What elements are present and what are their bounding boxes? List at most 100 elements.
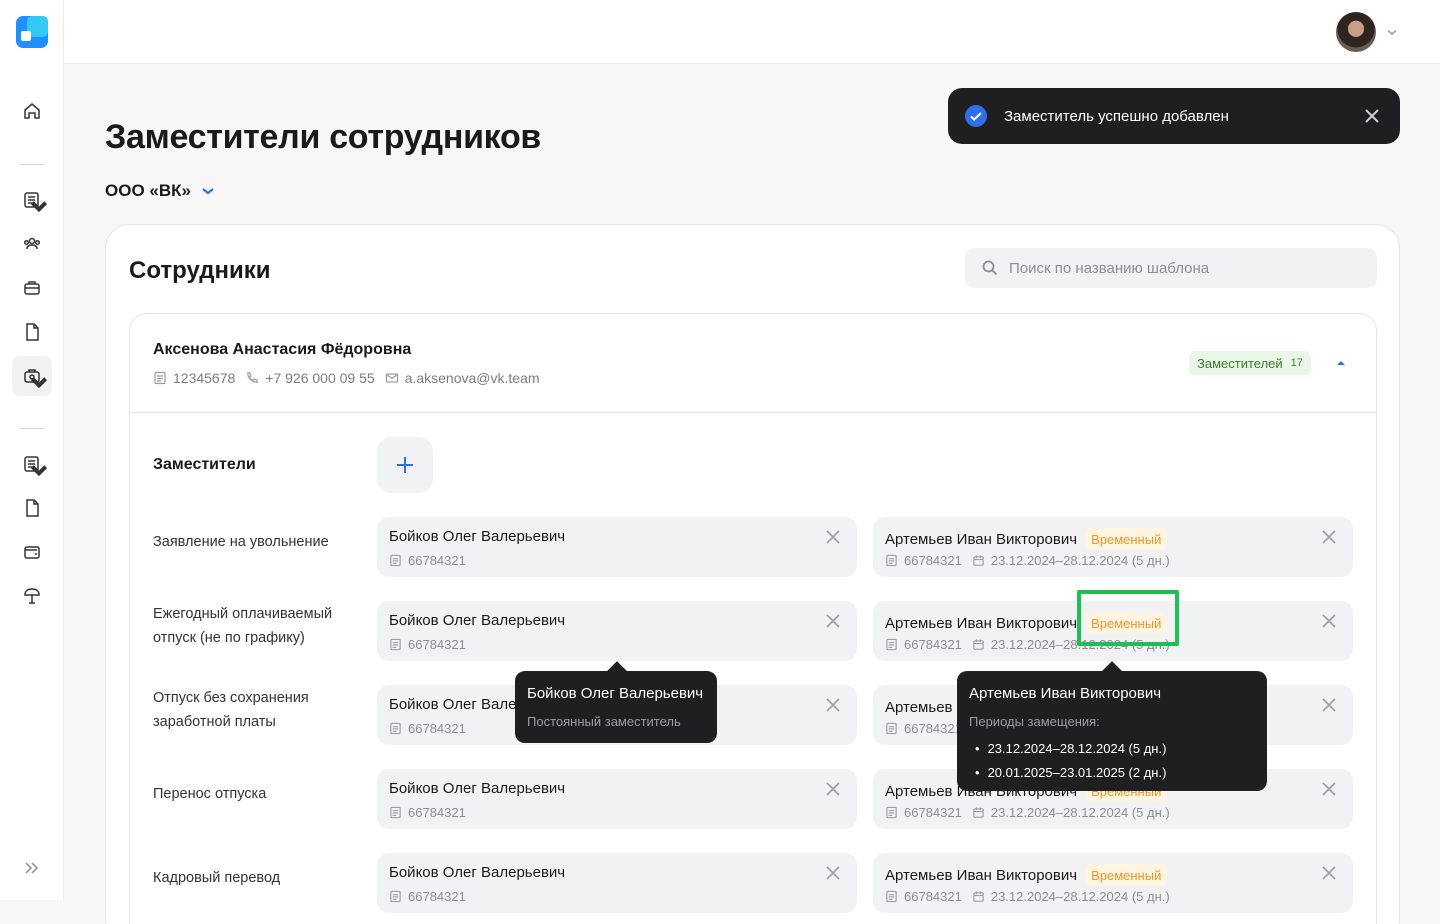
sidebar-item-wallet[interactable] [12, 532, 52, 572]
chevron-down-icon [202, 188, 214, 195]
badge-label: Заместителей [1197, 355, 1283, 371]
employee-header[interactable]: Аксенова Анастасия Фёдоровна 12345678 +7… [130, 314, 1376, 413]
id-card-icon [886, 722, 897, 735]
deputy-id: 66784321 [904, 637, 962, 652]
row-label: Кадровый перевод [153, 870, 281, 886]
close-icon[interactable] [1321, 529, 1337, 545]
close-icon[interactable] [825, 529, 841, 545]
tooltip-name: Бойков Олег Валерьевич [527, 685, 704, 702]
sidebar-item-files-2[interactable] [12, 488, 52, 528]
close-icon[interactable] [1321, 781, 1337, 797]
tooltip-temporary: Артемьев Иван Викторович Периоды замещен… [957, 671, 1267, 791]
id-card-icon [886, 638, 897, 651]
chevron-down-icon [30, 201, 48, 213]
card-title: Сотрудники [129, 257, 271, 284]
deputy-card-permanent[interactable]: Бойков Олег Валерьевич 66784321 [377, 853, 857, 913]
close-icon[interactable] [1321, 613, 1337, 629]
employee-id: 12345678 [173, 370, 236, 386]
row-label: Ежегодный оплачиваемый отпуск (не по гра… [153, 606, 333, 646]
success-toast: Заместитель успешно добавлен [948, 88, 1400, 144]
sidebar-item-users[interactable] [12, 224, 52, 264]
close-icon[interactable] [1321, 697, 1337, 713]
deputy-id: 66784321 [904, 553, 962, 568]
deputy-meta: 66784321 [389, 805, 476, 820]
deputy-card-permanent[interactable]: Бойков Олег Валерьевич 66784321 [377, 601, 857, 661]
close-icon[interactable] [825, 865, 841, 881]
deputy-name: Бойков Олег Валерьевич [389, 864, 565, 881]
row-label: Заявление на увольнение [153, 534, 329, 550]
deputy-id-wrap: 66784321 [389, 805, 466, 820]
org-name: ООО «ВК» [105, 181, 191, 200]
tooltip-permanent: Бойков Олег Валерьевич Постоянный замест… [515, 671, 717, 743]
close-icon[interactable] [1321, 865, 1337, 881]
expand-sidebar-icon[interactable] [22, 858, 42, 878]
mail-icon [385, 373, 398, 383]
id-card-icon [886, 554, 897, 567]
temporary-tag: Временный [1085, 528, 1168, 550]
close-icon[interactable] [825, 613, 841, 629]
deputy-id: 66784321 [408, 805, 466, 820]
deputy-period-wrap: 23.12.2024–28.12.2024 (5 дн.) [972, 889, 1170, 904]
close-icon[interactable] [1362, 106, 1382, 126]
close-icon[interactable] [825, 697, 841, 713]
highlight-box [1077, 590, 1179, 646]
sidebar-item-home[interactable] [12, 91, 52, 131]
avatar[interactable] [1336, 12, 1376, 52]
check-circle-icon [965, 105, 987, 127]
deputy-name-text: Артемьев Иван Викторович [885, 614, 1078, 632]
employee-email: a.aksenova@vk.team [404, 370, 540, 386]
sidebar-item-documents[interactable] [12, 180, 52, 220]
search-input[interactable]: Поиск по названию шаблона [965, 248, 1377, 288]
plus-icon [397, 457, 413, 473]
id-card-icon [886, 806, 897, 819]
deputy-id-wrap: 66784321 [885, 889, 962, 904]
deputy-name: Бойков Олег Валерьевич [389, 612, 565, 629]
app-logo[interactable] [16, 16, 48, 48]
id-card-icon [390, 806, 401, 819]
deputy-name: Бойков Олег Валерьевич [389, 780, 565, 797]
tooltip-periods-label: Периоды замещения: [969, 714, 1100, 729]
deputy-name-text: Бойков Олег Валерьевич [389, 528, 566, 545]
sidebar-item-cases[interactable] [12, 268, 52, 308]
deputy-id: 66784321 [408, 553, 466, 568]
deputy-period-wrap: 23.12.2024–28.12.2024 (5 дн.) [972, 805, 1170, 820]
add-deputy-button[interactable] [377, 437, 433, 493]
deputy-card-temporary[interactable]: Артемьев Иван Викторович Временный 6678432… [873, 517, 1353, 577]
sidebar-divider [20, 164, 44, 165]
tooltip-name: Артемьев Иван Викторович [969, 685, 1162, 702]
deputy-card-temporary[interactable]: Артемьев Иван Викторович Временный 6678432… [873, 853, 1353, 913]
tooltip-role: Постоянный заместитель [527, 714, 681, 729]
deputy-id: 66784321 [904, 889, 962, 904]
id-card-icon [154, 371, 166, 385]
home-icon [24, 103, 40, 119]
calendar-icon [973, 555, 984, 566]
org-selector[interactable]: ООО «ВК» [105, 181, 217, 201]
deputies-count-badge: Заместителей 17 [1189, 351, 1311, 375]
deputy-name-text: Артемьев Иван Викторович [885, 866, 1078, 884]
employee-panel: Аксенова Анастасия Фёдоровна 12345678 +7… [129, 313, 1377, 924]
deputy-id-wrap: 66784321 [389, 721, 466, 736]
chevron-down-icon[interactable] [1386, 26, 1398, 38]
close-icon[interactable] [825, 781, 841, 797]
calendar-icon [973, 807, 984, 818]
sidebar-item-vacation[interactable] [12, 576, 52, 616]
deputy-id-wrap: 66784321 [389, 889, 466, 904]
id-card-icon [390, 890, 401, 903]
deputy-name-text: Бойков Олег Валерьевич [389, 612, 566, 629]
calendar-icon [973, 639, 984, 650]
page-title: Заместители сотрудников [105, 118, 542, 156]
temporary-tag: Временный [1085, 864, 1168, 886]
deputy-period-wrap: 23.12.2024–28.12.2024 (5 дн.) [972, 553, 1170, 568]
deputy-card-permanent[interactable]: Бойков Олег Валерьевич 66784321 [377, 517, 857, 577]
deputy-id: 66784321 [904, 805, 962, 820]
phone-icon [247, 371, 259, 383]
sidebar-item-documents-2[interactable] [12, 444, 52, 484]
id-card-icon [390, 554, 401, 567]
search-icon [982, 260, 998, 276]
sidebar-item-deputies[interactable] [12, 356, 52, 396]
chevron-up-icon[interactable] [1334, 356, 1348, 370]
deputy-meta: 66784321 23.12.2024–28.12.2024 (5 дн.) [885, 805, 1180, 820]
deputy-card-permanent[interactable]: Бойков Олег Валерьевич 66784321 [377, 769, 857, 829]
row-label: Перенос отпуска [153, 786, 267, 802]
sidebar-item-files[interactable] [12, 312, 52, 352]
